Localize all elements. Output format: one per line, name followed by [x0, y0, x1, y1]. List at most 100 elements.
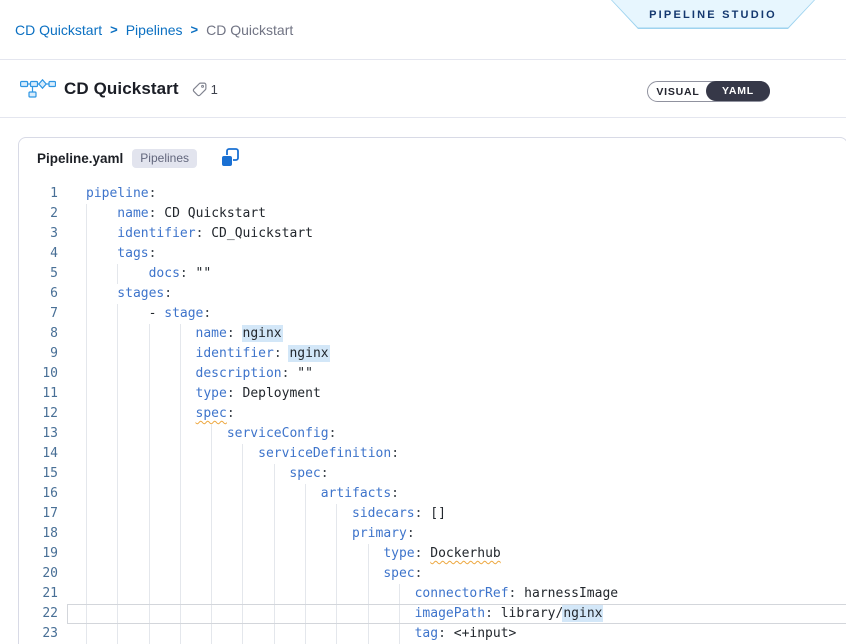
code-line[interactable]: 6stages:: [19, 284, 846, 304]
indent-guide: [117, 464, 148, 484]
code-line[interactable]: 8name: nginx: [19, 324, 846, 344]
indent-guide: [180, 544, 211, 564]
code-line[interactable]: 11type: Deployment: [19, 384, 846, 404]
indent-guide: [242, 504, 273, 524]
code-token: nginx: [563, 606, 602, 621]
indent-guide: [86, 324, 117, 344]
toggle-visual-button[interactable]: VISUAL: [648, 82, 708, 101]
code-line[interactable]: 20spec:: [19, 564, 846, 584]
code-line[interactable]: 18primary:: [19, 524, 846, 544]
code-token: "": [188, 266, 211, 281]
code-token: type: [383, 546, 414, 561]
code-token: :: [149, 186, 157, 201]
code-token: name: [117, 206, 148, 221]
indent-guide: [274, 584, 305, 604]
indent-guide: [180, 484, 211, 504]
indent-guide: [86, 524, 117, 544]
code-line[interactable]: 15spec:: [19, 464, 846, 484]
code-line[interactable]: 23tag: <+input>: [19, 624, 846, 644]
code-line[interactable]: 2name: CD Quickstart: [19, 204, 846, 224]
line-number: 13: [19, 424, 58, 444]
breadcrumb-item[interactable]: CD Quickstart: [15, 22, 102, 38]
code-token: :: [227, 326, 235, 341]
indent-guide: [399, 604, 415, 624]
indent-guide: [305, 544, 336, 564]
indent-guide: [336, 624, 367, 644]
indent-guide: [180, 624, 211, 644]
code-line[interactable]: 14serviceDefinition:: [19, 444, 846, 464]
breadcrumb-item[interactable]: Pipelines: [126, 22, 183, 38]
code-line[interactable]: 5docs: "": [19, 264, 846, 284]
indent-guide: [305, 524, 336, 544]
code-line[interactable]: 3identifier: CD_Quickstart: [19, 224, 846, 244]
indent-guide: [149, 364, 180, 384]
code-line[interactable]: 17sidecars: []: [19, 504, 846, 524]
code-token: tag: [415, 626, 438, 641]
indent-guide: [180, 524, 211, 544]
code-token: serviceDefinition: [258, 446, 391, 461]
toggle-yaml-button[interactable]: YAML: [706, 81, 770, 101]
code-token: :: [321, 466, 329, 481]
code-line[interactable]: 1pipeline:: [19, 184, 846, 204]
line-number: 6: [19, 284, 58, 304]
indent-guide: [305, 604, 336, 624]
code-token: type: [196, 386, 227, 401]
indent-guide: [86, 364, 117, 384]
code-line[interactable]: 13serviceConfig:: [19, 424, 846, 444]
indent-guide: [274, 544, 305, 564]
indent-guide: [211, 584, 242, 604]
code-token: pipeline: [86, 186, 149, 201]
code-line[interactable]: 19type: Dockerhub: [19, 544, 846, 564]
code-token: :: [391, 446, 399, 461]
line-number: 3: [19, 224, 58, 244]
indent-guide: [242, 624, 273, 644]
code-token: :: [149, 246, 157, 261]
indent-guide: [149, 564, 180, 584]
code-token: Deployment: [235, 386, 321, 401]
indent-guide: [86, 624, 117, 644]
code-token: :: [438, 626, 446, 641]
code-token: imagePath: [415, 606, 485, 621]
code-token: nginx: [289, 346, 328, 361]
indent-guide: [274, 604, 305, 624]
indent-guide: [86, 224, 117, 244]
line-number: 15: [19, 464, 58, 484]
indent-guide: [149, 444, 180, 464]
indent-guide: [117, 504, 148, 524]
yaml-code-area[interactable]: 1pipeline:2name: CD Quickstart3identifie…: [19, 184, 846, 644]
indent-guide: [368, 604, 399, 624]
indent-guide: [180, 564, 211, 584]
code-token: <+input>: [446, 626, 516, 641]
code-token: :: [164, 286, 172, 301]
code-token: :: [391, 486, 399, 501]
code-line[interactable]: 9identifier: nginx: [19, 344, 846, 364]
code-token: [235, 326, 243, 341]
indent-guide: [274, 524, 305, 544]
code-token: artifacts: [321, 486, 391, 501]
indent-guide: [180, 424, 211, 444]
code-line[interactable]: 16artifacts:: [19, 484, 846, 504]
line-number: 10: [19, 364, 58, 384]
code-line[interactable]: 4tags:: [19, 244, 846, 264]
code-line[interactable]: 21connectorRef: harnessImage: [19, 584, 846, 604]
copy-icon[interactable]: [219, 147, 241, 169]
code-line[interactable]: 22imagePath: library/nginx: [19, 604, 846, 624]
indent-guide: [86, 564, 117, 584]
code-token: CD Quickstart: [156, 206, 266, 221]
indent-guide: [86, 244, 117, 264]
code-line[interactable]: 7- stage:: [19, 304, 846, 324]
indent-guide: [211, 624, 242, 644]
indent-guide: [305, 624, 336, 644]
code-token: Dockerhub: [430, 546, 500, 561]
indent-guide: [117, 324, 148, 344]
indent-guide: [149, 464, 180, 484]
breadcrumb-separator: >: [110, 22, 118, 37]
visual-yaml-toggle[interactable]: VISUAL YAML: [647, 81, 770, 102]
indent-guide: [180, 364, 196, 384]
code-line[interactable]: 10description: "": [19, 364, 846, 384]
code-token: name: [196, 326, 227, 341]
code-token: spec: [383, 566, 414, 581]
indent-guide: [117, 624, 148, 644]
code-line[interactable]: 12spec:: [19, 404, 846, 424]
indent-guide: [149, 604, 180, 624]
